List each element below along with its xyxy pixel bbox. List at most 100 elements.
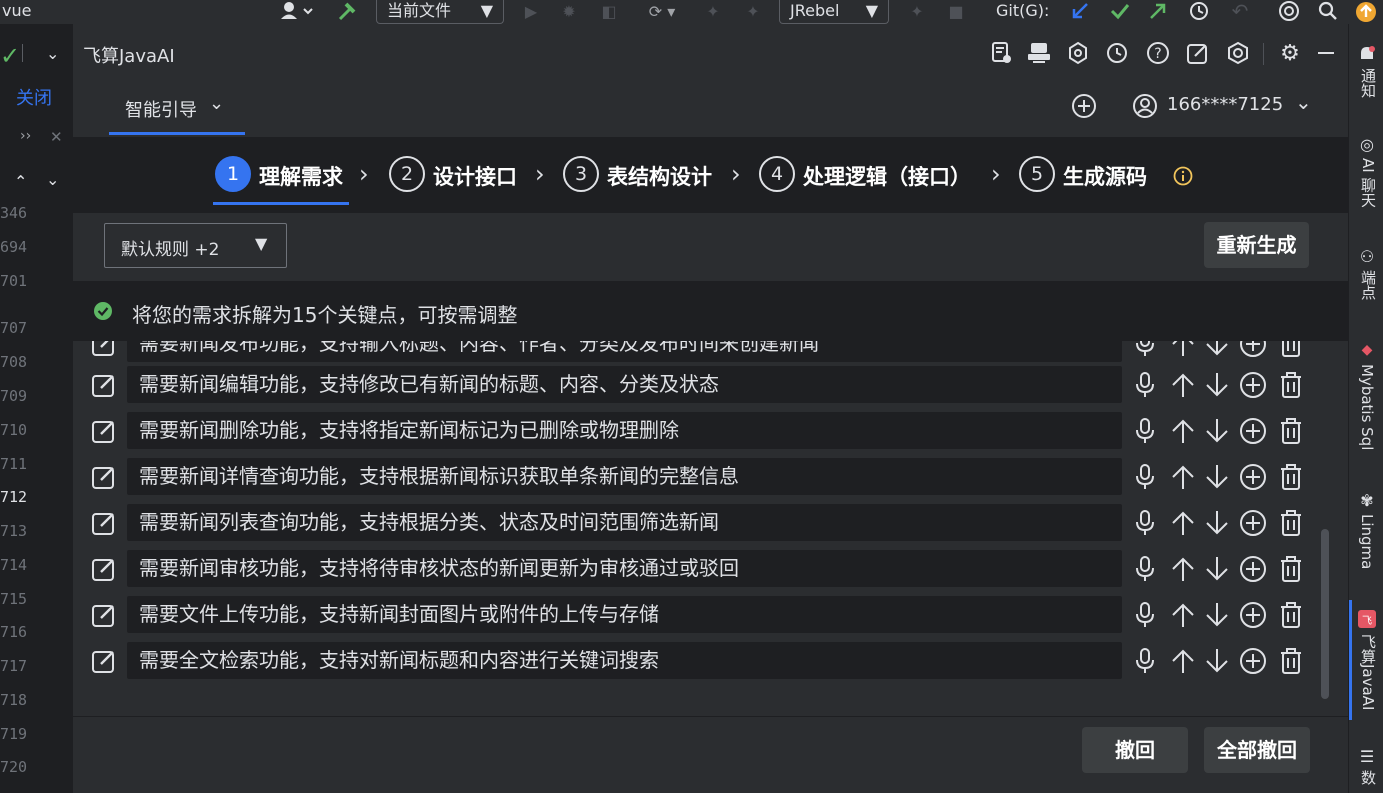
trash-icon[interactable] xyxy=(1277,370,1305,400)
sidebar-item-database[interactable]: 数 xyxy=(1358,770,1379,785)
microphone-icon[interactable] xyxy=(1131,341,1159,359)
add-icon[interactable] xyxy=(1239,462,1267,492)
step-5-label[interactable]: 生成源码 xyxy=(1063,161,1147,191)
edit-icon[interactable] xyxy=(1184,39,1212,67)
requirement-input[interactable]: 需要文件上传功能，支持新闻封面图片或附件的上传与存储 xyxy=(127,596,1122,633)
requirement-input[interactable]: 需要新闻发布功能，支持输入标题、内容、作者、分类及发布时间来创建新闻 xyxy=(127,341,1122,362)
requirement-input[interactable]: 需要新闻编辑功能，支持修改已有新闻的标题、内容、分类及状态 xyxy=(127,366,1122,403)
git-commit-icon[interactable] xyxy=(1108,0,1132,22)
step-4-number[interactable]: 4 xyxy=(759,156,795,192)
step-3-label[interactable]: 表结构设计 xyxy=(607,161,712,191)
arrow-down-icon[interactable] xyxy=(1203,646,1231,676)
edit-icon[interactable] xyxy=(91,648,117,674)
step-2-label[interactable]: 设计接口 xyxy=(433,161,517,191)
trash-icon[interactable] xyxy=(1277,416,1305,446)
run-icon[interactable]: ▶ xyxy=(520,0,542,22)
step-1-label[interactable]: 理解需求 xyxy=(259,161,343,191)
edit-icon[interactable] xyxy=(91,602,117,628)
deploy-icon[interactable]: ✦ xyxy=(904,0,930,22)
microphone-icon[interactable] xyxy=(1131,600,1159,630)
git-push-icon[interactable] xyxy=(1146,0,1170,22)
edit-icon[interactable] xyxy=(91,556,117,582)
trash-icon[interactable] xyxy=(1277,508,1305,538)
arrow-up-icon[interactable] xyxy=(1169,508,1197,538)
sidebar-item-mybatis[interactable]: Mybatis Sql xyxy=(1358,364,1376,450)
stop-icon[interactable]: ■ xyxy=(944,0,968,22)
arrow-down-icon[interactable] xyxy=(1203,600,1231,630)
user-account-menu[interactable]: 166****7125 ⌄ xyxy=(1131,90,1321,122)
build-hammer-icon[interactable] xyxy=(334,0,360,22)
tab-smart-guide[interactable]: 智能引导 ⌄ xyxy=(109,73,245,137)
requirement-input[interactable]: 需要新闻审核功能，支持将待审核状态的新闻更新为审核通过或驳回 xyxy=(127,550,1122,587)
add-icon[interactable] xyxy=(1239,508,1267,538)
sidebar-item-ai-chat[interactable]: AI 聊天 xyxy=(1358,158,1379,207)
requirement-input[interactable]: 需要新闻列表查询功能，支持根据分类、状态及时间范围筛选新闻 xyxy=(127,504,1122,541)
search-icon[interactable] xyxy=(1314,0,1342,22)
trash-icon[interactable] xyxy=(1277,341,1305,359)
sidebar-item-feisuan[interactable]: 飞算JavaAI xyxy=(1358,634,1379,710)
microphone-icon[interactable] xyxy=(1131,370,1159,400)
close-icon[interactable]: ✕ xyxy=(50,128,63,146)
step-2-number[interactable]: 2 xyxy=(389,156,425,192)
undo-button[interactable]: 撤回 xyxy=(1082,727,1188,773)
undo-all-button[interactable]: 全部撤回 xyxy=(1204,727,1310,773)
step-4-label[interactable]: 处理逻辑（接口） xyxy=(803,161,971,191)
database-icon[interactable] xyxy=(1025,39,1053,67)
document-settings-icon[interactable] xyxy=(988,39,1016,67)
trash-icon[interactable] xyxy=(1277,462,1305,492)
chevron-up-icon[interactable]: ⌃ xyxy=(14,172,27,191)
user-icon[interactable] xyxy=(276,0,316,22)
microphone-icon[interactable] xyxy=(1131,508,1159,538)
jrebel-run-icon[interactable]: ✦ xyxy=(700,0,726,22)
arrow-down-icon[interactable] xyxy=(1203,462,1231,492)
project-name[interactable]: vue xyxy=(2,0,31,22)
microphone-icon[interactable] xyxy=(1131,416,1159,446)
arrow-down-icon[interactable] xyxy=(1203,416,1231,446)
arrow-down-icon[interactable] xyxy=(1203,341,1231,359)
trash-icon[interactable] xyxy=(1277,646,1305,676)
add-icon[interactable] xyxy=(1239,554,1267,584)
arrow-up-icon[interactable] xyxy=(1169,370,1197,400)
add-icon[interactable] xyxy=(1070,92,1098,120)
settings-hex-icon[interactable] xyxy=(1224,39,1252,67)
arrow-up-icon[interactable] xyxy=(1169,646,1197,676)
plugin-icon[interactable] xyxy=(1064,39,1092,67)
edit-icon[interactable] xyxy=(91,464,117,490)
arrow-up-icon[interactable] xyxy=(1169,462,1197,492)
requirement-input[interactable]: 需要新闻删除功能，支持将指定新闻标记为已删除或物理删除 xyxy=(127,412,1122,449)
history-icon[interactable] xyxy=(1186,0,1212,22)
requirement-input[interactable]: 需要新闻详情查询功能，支持根据新闻标识获取单条新闻的完整信息 xyxy=(127,458,1122,495)
chevron-down-icon[interactable]: ⌄ xyxy=(46,44,59,63)
sidebar-item-endpoints[interactable]: 端点 xyxy=(1358,270,1379,300)
add-icon[interactable] xyxy=(1239,416,1267,446)
arrow-up-icon[interactable] xyxy=(1169,600,1197,630)
add-icon[interactable] xyxy=(1239,370,1267,400)
help-icon[interactable]: ? xyxy=(1144,39,1172,67)
jrebel-selector[interactable]: JRebel ▼ xyxy=(779,0,889,24)
microphone-icon[interactable] xyxy=(1131,554,1159,584)
step-3-number[interactable]: 3 xyxy=(563,156,599,192)
gear-icon[interactable]: ⚙ xyxy=(1276,39,1304,67)
coverage-icon[interactable]: ◧ xyxy=(598,0,620,22)
microphone-icon[interactable] xyxy=(1131,462,1159,492)
rollback-icon[interactable]: ↶ xyxy=(1228,0,1252,23)
run-config-selector[interactable]: 当前文件 ▼ xyxy=(376,0,504,24)
requirement-input[interactable]: 需要全文检索功能，支持对新闻标题和内容进行关键词搜索 xyxy=(127,642,1122,679)
jrebel-debug-icon[interactable]: ✦ xyxy=(740,0,766,22)
regenerate-button[interactable]: 重新生成 xyxy=(1204,222,1309,268)
arrow-up-icon[interactable] xyxy=(1169,341,1197,359)
add-icon[interactable] xyxy=(1239,600,1267,630)
rule-select[interactable]: 默认规则 +2 ▼ xyxy=(104,223,287,268)
edit-icon[interactable] xyxy=(91,418,117,444)
chevron-down-icon[interactable]: ⌄ xyxy=(46,170,59,189)
close-button[interactable]: 关闭 xyxy=(16,84,52,110)
add-icon[interactable] xyxy=(1239,341,1267,359)
edit-icon[interactable] xyxy=(91,341,117,357)
scrollbar-thumb[interactable] xyxy=(1321,529,1329,699)
edit-icon[interactable] xyxy=(91,372,117,398)
update-available-icon[interactable] xyxy=(1354,0,1378,24)
ai-assistant-icon[interactable] xyxy=(1274,0,1304,22)
edit-icon[interactable] xyxy=(91,510,117,536)
microphone-icon[interactable] xyxy=(1131,646,1159,676)
arrow-down-icon[interactable] xyxy=(1203,370,1231,400)
